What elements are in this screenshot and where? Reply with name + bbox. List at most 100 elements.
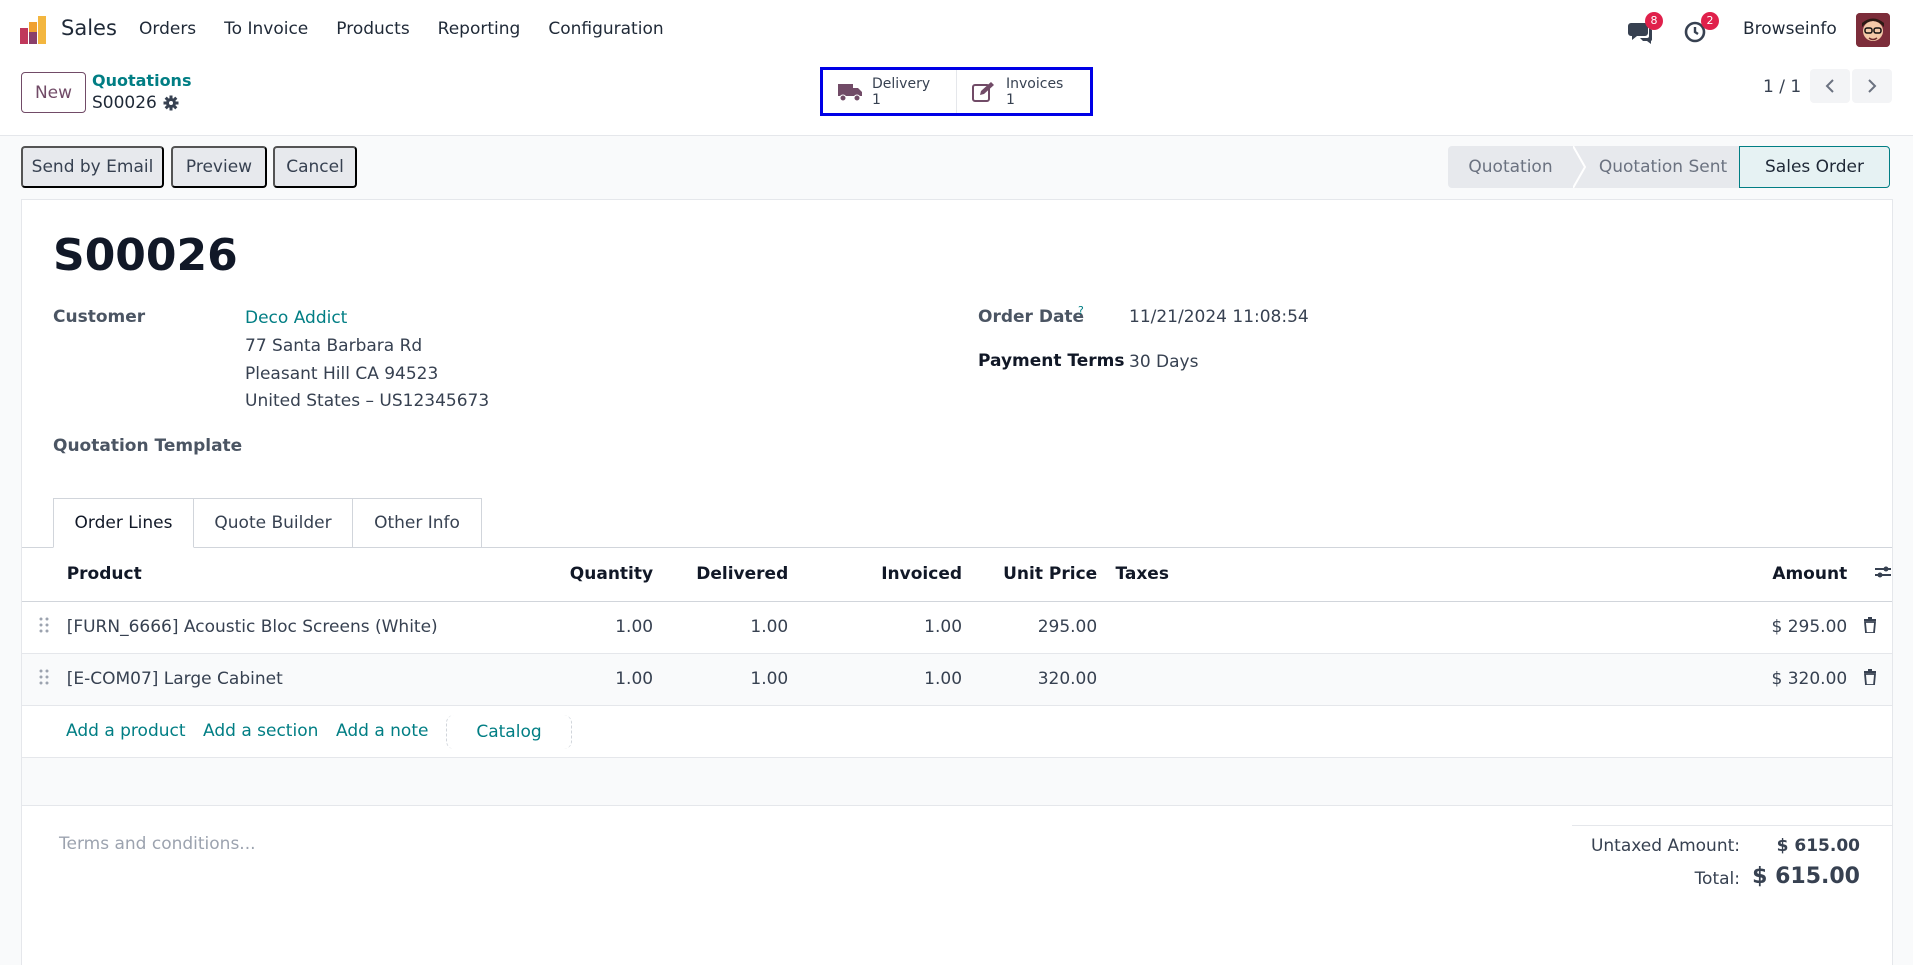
header-amount[interactable]: Amount	[1772, 564, 1847, 584]
empty-row	[22, 758, 1892, 806]
address-line-1: 77 Santa Barbara Rd	[245, 336, 423, 356]
menu-configuration[interactable]: Configuration	[548, 19, 663, 39]
main-menu: Orders To Invoice Products Reporting Con…	[139, 19, 692, 39]
header-product[interactable]: Product	[66, 548, 453, 602]
line-invoiced: 1.00	[788, 653, 963, 706]
drag-handle-icon[interactable]	[22, 653, 67, 706]
header-unit-price[interactable]: Unit Price	[962, 548, 1098, 602]
form-view: Send by Email Preview Cancel Quotation Q…	[0, 136, 1913, 965]
terms-conditions-field[interactable]: Terms and conditions...	[59, 834, 256, 854]
line-unit-price[interactable]: 295.00	[962, 601, 1098, 654]
table-header-row: Product Quantity Delivered Invoiced Unit…	[22, 548, 1892, 602]
user-avatar[interactable]	[1856, 13, 1890, 47]
chevron-left-icon	[1825, 79, 1834, 93]
address-line-3: United States – US12345673	[245, 391, 490, 411]
status-sales-order[interactable]: Sales Order	[1739, 146, 1890, 188]
chevron-right-icon	[1868, 79, 1877, 93]
messages-badge: 8	[1645, 12, 1663, 30]
untaxed-amount-label: Untaxed Amount:	[1590, 836, 1740, 856]
drag-handle-icon[interactable]	[22, 601, 67, 654]
line-quantity[interactable]: 1.00	[452, 653, 654, 706]
catalog-button[interactable]: Catalog	[446, 715, 572, 749]
activities-button[interactable]: 2	[1684, 12, 1719, 44]
payment-terms-label: Payment Terms	[978, 351, 1125, 371]
invoices-smart-button[interactable]: Invoices 1	[956, 70, 1090, 113]
line-product[interactable]: [FURN_6666] Acoustic Bloc Screens (White…	[66, 601, 453, 654]
order-date-help[interactable]: ?	[1078, 304, 1084, 317]
tab-other-info[interactable]: Other Info	[353, 498, 482, 548]
messages-button[interactable]: 8	[1627, 12, 1663, 44]
company-switcher[interactable]: Browseinfo	[1743, 19, 1837, 39]
totals-summary: Untaxed Amount: $ 615.00 Total: $ 615.00	[1572, 825, 1892, 889]
order-lines-table: Product Quantity Delivered Invoiced Unit…	[22, 548, 1892, 706]
menu-orders[interactable]: Orders	[139, 19, 196, 39]
header-taxes[interactable]: Taxes	[1115, 564, 1169, 584]
delete-line-button[interactable]	[1847, 601, 1892, 654]
gear-icon[interactable]	[163, 95, 179, 111]
pager-previous-button[interactable]	[1810, 69, 1850, 103]
activities-badge: 2	[1701, 12, 1719, 30]
menu-reporting[interactable]: Reporting	[438, 19, 521, 39]
sliders-icon	[1875, 566, 1891, 578]
header-invoiced[interactable]: Invoiced	[788, 548, 963, 602]
address-line-2: Pleasant Hill CA 94523	[245, 364, 439, 384]
avatar-image	[1856, 13, 1890, 47]
line-delivered[interactable]: 1.00	[653, 601, 789, 654]
table-row[interactable]: [E-COM07] Large Cabinet 1.00 1.00 1.00 3…	[22, 653, 1892, 706]
breadcrumb-current: S00026	[92, 93, 179, 113]
customer-link[interactable]: Deco Addict	[245, 308, 347, 328]
add-product-link[interactable]: Add a product	[66, 721, 186, 741]
sales-app-icon[interactable]	[20, 16, 48, 44]
smart-buttons-highlight: Delivery 1 Invoices 1	[820, 67, 1093, 116]
header-delivered[interactable]: Delivered	[653, 548, 789, 602]
line-delivered[interactable]: 1.00	[653, 653, 789, 706]
breadcrumb-quotations[interactable]: Quotations	[92, 71, 191, 90]
optional-columns-toggle[interactable]	[1847, 548, 1892, 602]
tab-quote-builder[interactable]: Quote Builder	[194, 498, 353, 548]
truck-icon	[838, 83, 862, 101]
pager-value[interactable]: 1 / 1	[1763, 77, 1801, 97]
app-name[interactable]: Sales	[61, 16, 117, 40]
tab-order-lines[interactable]: Order Lines	[53, 498, 194, 548]
status-bar: Quotation Quotation Sent Sales Order	[1448, 146, 1890, 188]
delivery-smart-button[interactable]: Delivery 1	[823, 70, 956, 113]
quotation-template-label: Quotation Template	[53, 436, 243, 456]
add-note-link[interactable]: Add a note	[336, 721, 428, 741]
edit-invoice-icon	[972, 81, 994, 102]
line-product[interactable]: [E-COM07] Large Cabinet	[66, 653, 453, 706]
line-unit-price[interactable]: 320.00	[962, 653, 1098, 706]
line-quantity[interactable]: 1.00	[452, 601, 654, 654]
status-quotation[interactable]: Quotation	[1448, 146, 1573, 188]
send-by-email-button[interactable]: Send by Email	[21, 146, 164, 188]
header-taxes-amount: Taxes Amount	[1115, 548, 1848, 602]
form-sheet: S00026 Customer Deco Addict 77 Santa Bar…	[21, 199, 1893, 965]
cancel-button[interactable]: Cancel	[273, 146, 357, 188]
menu-to-invoice[interactable]: To Invoice	[224, 19, 308, 39]
total-label: Total:	[1694, 869, 1740, 889]
trash-icon	[1863, 668, 1876, 686]
line-invoiced: 1.00	[788, 601, 963, 654]
delete-line-button[interactable]	[1847, 653, 1892, 706]
pager-next-button[interactable]	[1852, 69, 1892, 103]
untaxed-amount-value: $ 615.00	[1776, 836, 1860, 856]
add-line-row: Add a product Add a section Add a note C…	[22, 706, 1892, 758]
header-quantity[interactable]: Quantity	[452, 548, 654, 602]
customer-label: Customer	[53, 307, 146, 327]
add-section-link[interactable]: Add a section	[203, 721, 318, 741]
line-amount: $ 320.00	[1115, 653, 1848, 706]
top-navbar: Sales Orders To Invoice Products Reporti…	[0, 0, 1913, 60]
form-tabs: Order Lines Quote Builder Other Info	[53, 498, 482, 548]
record-name: S00026	[92, 93, 157, 113]
order-date-value[interactable]: 11/21/2024 11:08:54	[1129, 307, 1309, 327]
invoices-smart-label: Invoices 1	[1006, 75, 1064, 108]
payment-terms-value[interactable]: 30 Days	[1129, 352, 1198, 372]
record-title: S00026	[53, 230, 238, 281]
table-row[interactable]: [FURN_6666] Acoustic Bloc Screens (White…	[22, 601, 1892, 654]
new-button[interactable]: New	[21, 72, 86, 113]
menu-products[interactable]: Products	[336, 19, 409, 39]
status-arrow-separator	[1573, 146, 1587, 188]
order-date-label: Order Date	[978, 307, 1085, 327]
status-quotation-sent[interactable]: Quotation Sent	[1587, 146, 1739, 188]
preview-button[interactable]: Preview	[171, 146, 267, 188]
total-value: $ 615.00	[1752, 864, 1860, 889]
